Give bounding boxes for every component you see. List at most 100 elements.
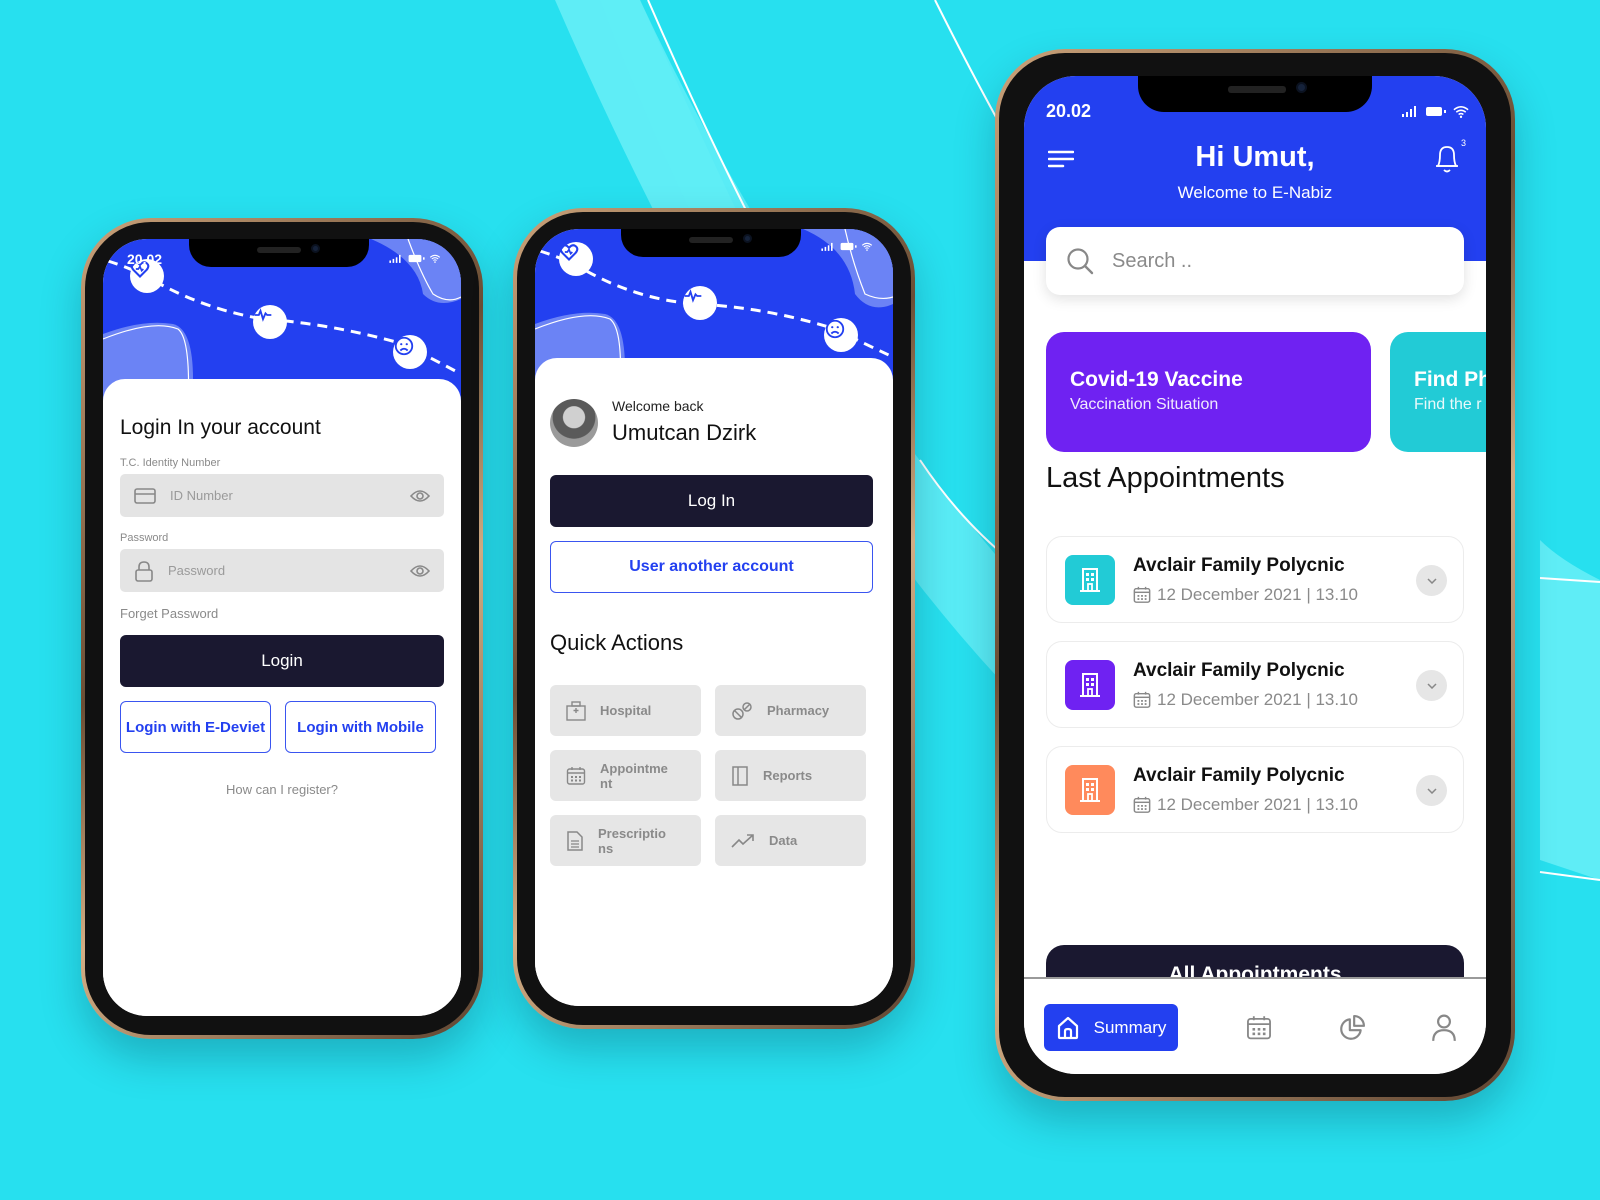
status-icons: [389, 254, 441, 263]
home-greeting: Hi Umut,: [1195, 141, 1315, 173]
find-pharmacy-card[interactable]: Find Ph Find the r: [1390, 332, 1486, 452]
log-in-button[interactable]: Log In: [550, 475, 873, 527]
register-link[interactable]: How can I register?: [103, 782, 461, 797]
tab-label: Summary: [1093, 1017, 1167, 1037]
quick-action-data[interactable]: Data: [715, 815, 866, 866]
id-number-field[interactable]: [120, 474, 444, 517]
quick-actions-title: Quick Actions: [550, 630, 684, 655]
home-screen: 20.02 3 Hi Umut, Welcome to E-Nabiz Covi…: [1024, 76, 1486, 1074]
lock-icon: [135, 560, 153, 582]
document-icon: [567, 830, 583, 851]
login-edevlet-button[interactable]: Login with E-Deviet: [120, 701, 271, 753]
chevron-down-icon: [1426, 787, 1437, 794]
welcome-sheet: Welcome back Umutcan Dzirk Log In User a…: [535, 358, 893, 1006]
id-label: T.C. Identity Number: [120, 457, 221, 469]
chevron-down-icon: [1426, 682, 1437, 689]
notch: [621, 229, 801, 257]
trend-icon: [731, 833, 754, 848]
home-icon: [1057, 1016, 1078, 1039]
appointment-name: Avclair Family Polycnic: [1133, 765, 1345, 786]
card-subtitle: Find the r: [1414, 396, 1482, 413]
quick-action-label: Hospital: [600, 703, 652, 718]
phone-welcome: Welcome back Umutcan Dzirk Log In User a…: [513, 208, 915, 1029]
eye-icon[interactable]: [410, 489, 430, 503]
sad-face-icon: [824, 318, 858, 352]
quick-action-pharmacy[interactable]: Pharmacy: [715, 685, 866, 736]
avatar: [550, 399, 598, 447]
tab-calendar[interactable]: [1242, 1011, 1276, 1045]
login-button[interactable]: Login: [120, 635, 444, 687]
calendar-icon: [1133, 586, 1151, 603]
quick-action-label: Data: [769, 833, 798, 848]
appointment-datetime: 12 December 2021 | 13.10: [1157, 795, 1358, 814]
wifi-icon: [1453, 106, 1469, 118]
user-icon: [1432, 1014, 1456, 1041]
pulse-icon: [253, 305, 287, 339]
search-bar[interactable]: [1046, 227, 1464, 295]
eye-icon[interactable]: [410, 564, 430, 578]
pie-chart-icon: [1340, 1015, 1365, 1040]
tab-statistics[interactable]: [1335, 1011, 1369, 1045]
calendar-icon: [1133, 796, 1151, 813]
card-title: Find Ph: [1414, 368, 1486, 391]
status-icons: [1402, 105, 1470, 118]
expand-button[interactable]: [1416, 670, 1447, 701]
appointment-name: Avclair Family Polycnic: [1133, 660, 1345, 681]
quick-action-label: Pharmacy: [767, 703, 830, 718]
book-icon: [732, 765, 748, 786]
quick-action-reports[interactable]: Reports: [715, 750, 866, 801]
login-screen: 20.02 Login In your account T.C. Identit…: [103, 239, 461, 1016]
hospital-icon: [566, 700, 586, 721]
appointment-name: Avclair Family Polycnic: [1133, 555, 1345, 576]
use-another-account-button[interactable]: User another account: [550, 541, 873, 593]
heart-icon: [559, 242, 593, 276]
card-subtitle: Vaccination Situation: [1070, 396, 1219, 413]
quick-action-prescriptions[interactable]: Prescriptions: [550, 815, 701, 866]
forget-password-link[interactable]: Forget Password: [120, 606, 218, 621]
covid-vaccine-card[interactable]: Covid-19 Vaccine Vaccination Situation: [1046, 332, 1371, 452]
appointment-datetime: 12 December 2021 | 13.10: [1157, 690, 1358, 709]
quick-action-hospital[interactable]: Hospital: [550, 685, 701, 736]
id-number-input[interactable]: [170, 488, 410, 503]
quick-action-appointment[interactable]: Appointment: [550, 750, 701, 801]
building-icon: [1065, 555, 1115, 605]
bottom-tab-bar: Summary: [1024, 977, 1486, 1074]
password-field[interactable]: [120, 549, 444, 592]
signal-icon: [1402, 106, 1416, 117]
signal-icon: [821, 242, 833, 251]
sad-face-icon: [393, 335, 427, 369]
appointment-item[interactable]: Avclair Family Polycnic 12 December 2021…: [1046, 536, 1464, 623]
login-sheet: Login In your account T.C. Identity Numb…: [103, 379, 461, 1016]
status-time: 20.02: [1046, 101, 1092, 121]
notch: [1138, 76, 1372, 112]
tab-summary[interactable]: Summary: [1044, 1004, 1178, 1051]
chevron-down-icon: [1426, 577, 1437, 584]
password-input[interactable]: [168, 563, 410, 578]
calendar-icon: [1247, 1016, 1271, 1040]
expand-button[interactable]: [1416, 775, 1447, 806]
last-appointments-title: Last Appointments: [1046, 462, 1285, 494]
search-input[interactable]: [1112, 249, 1444, 273]
user-name: Umutcan Dzirk: [612, 420, 757, 445]
password-label: Password: [120, 532, 169, 544]
notch: [189, 239, 369, 267]
card-title: Covid-19 Vaccine: [1070, 368, 1243, 391]
home-subtitle: Welcome to E-Nabiz: [1177, 183, 1333, 202]
signal-icon: [389, 254, 401, 263]
calendar-icon: [566, 766, 586, 785]
calendar-icon: [1133, 691, 1151, 708]
pulse-icon: [683, 286, 717, 320]
appointment-item[interactable]: Avclair Family Polycnic 12 December 2021…: [1046, 641, 1464, 728]
expand-button[interactable]: [1416, 565, 1447, 596]
quick-action-label: Reports: [763, 768, 813, 783]
login-mobile-button[interactable]: Login with Mobile: [285, 701, 436, 753]
search-icon: [1067, 248, 1094, 275]
welcome-greeting: Welcome back: [612, 398, 704, 414]
battery-icon: [840, 242, 857, 251]
appointment-datetime: 12 December 2021 | 13.10: [1157, 585, 1358, 604]
status-time: 20.02: [127, 251, 163, 267]
tab-profile[interactable]: [1427, 1011, 1461, 1045]
wifi-icon: [429, 254, 441, 263]
card-icon: [134, 487, 156, 504]
appointment-item[interactable]: Avclair Family Polycnic 12 December 2021…: [1046, 746, 1464, 833]
